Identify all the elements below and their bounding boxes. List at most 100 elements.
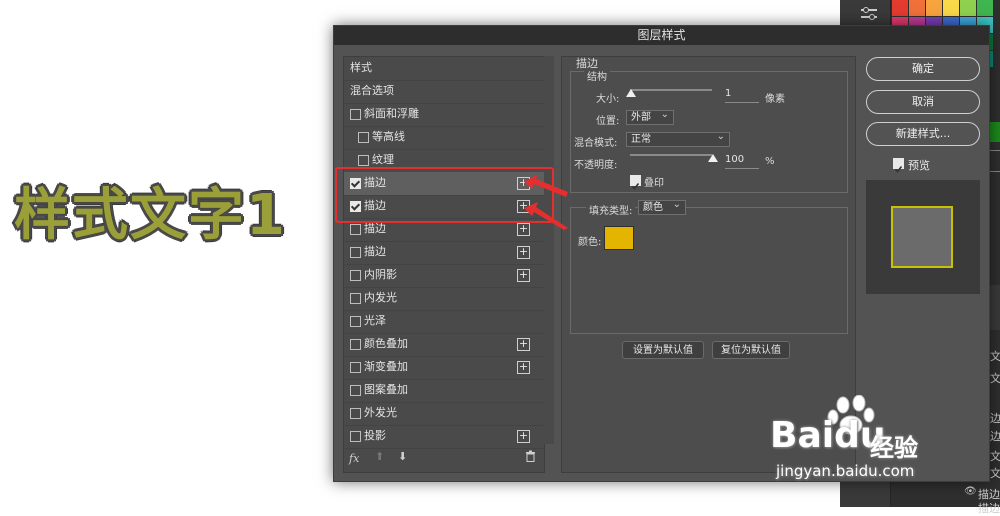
add-style-icon[interactable]: + (517, 338, 530, 351)
position-select[interactable]: 外部 (626, 108, 674, 125)
style-checkbox[interactable] (350, 247, 361, 258)
position-value: 外部 (631, 112, 651, 123)
style-row[interactable]: 混合选项 (344, 80, 544, 104)
style-checkbox[interactable] (350, 431, 361, 442)
size-slider-track[interactable] (630, 89, 712, 91)
ps-layer-label: 文 (990, 372, 1000, 385)
style-row[interactable]: 图案叠加 (344, 379, 544, 403)
style-checkbox[interactable] (358, 132, 369, 143)
style-row[interactable]: 颜色叠加 + (344, 333, 544, 357)
color-swatch[interactable] (892, 0, 908, 16)
style-checkbox[interactable] (350, 224, 361, 235)
style-checkbox[interactable] (350, 339, 361, 350)
set-default-button[interactable]: 设置为默认值 (622, 341, 704, 359)
style-checkbox[interactable] (350, 293, 361, 304)
ps-layer-label: 边 (990, 430, 1000, 443)
ok-button[interactable]: 确定 (866, 57, 980, 81)
add-style-icon[interactable]: + (517, 430, 530, 443)
style-label: 描边 (364, 245, 386, 258)
red-arrow-icon (524, 174, 568, 230)
style-row[interactable]: 渐变叠加 + (344, 356, 544, 380)
watermark-baidu: Baidu (770, 415, 885, 456)
style-checkbox[interactable] (350, 270, 361, 281)
color-swatch[interactable] (926, 0, 942, 16)
style-checkbox[interactable] (350, 385, 361, 396)
style-row[interactable]: 外发光 (344, 402, 544, 426)
arrow-up-icon[interactable]: ⬆ (375, 450, 384, 463)
dialog-title: 图层样式 (334, 26, 989, 45)
blend-mode-value: 正常 (631, 134, 651, 145)
fill-type-label: 填充类型: (586, 202, 636, 217)
fill-type-value: 颜色 (643, 202, 663, 213)
style-label: 混合选项 (350, 84, 394, 97)
blend-mode-label: 混合模式: (574, 138, 618, 149)
style-row[interactable]: 描边 + (344, 241, 544, 265)
size-unit: 像素 (765, 94, 785, 105)
reset-default-button[interactable]: 复位为默认值 (712, 341, 790, 359)
cancel-button[interactable]: 取消 (866, 90, 980, 114)
opacity-slider-thumb[interactable] (708, 154, 718, 162)
style-row[interactable]: 投影 + (344, 425, 544, 449)
eye-icon[interactable]: 👁 (964, 486, 977, 497)
style-label: 外发光 (364, 406, 397, 419)
color-swatch[interactable] (943, 0, 959, 16)
style-checkbox[interactable] (350, 109, 361, 120)
style-label: 光泽 (364, 314, 386, 327)
color-swatch[interactable] (960, 0, 976, 16)
opacity-slider-track[interactable] (630, 154, 712, 156)
style-checkbox[interactable] (350, 316, 361, 327)
add-style-icon[interactable]: + (517, 361, 530, 374)
fill-type-select[interactable]: 颜色 (638, 198, 686, 215)
style-label: 样式 (350, 61, 372, 74)
style-row[interactable]: 光泽 (344, 310, 544, 334)
style-row[interactable]: 斜面和浮雕 (344, 103, 544, 127)
style-row[interactable]: 样式 (344, 57, 544, 81)
ps-panel-color-chip (990, 122, 1000, 142)
style-label: 渐变叠加 (364, 360, 408, 373)
ps-layer-effect-label: 描边 (978, 502, 1000, 515)
fx-button[interactable]: fx (349, 452, 359, 465)
trash-icon[interactable] (525, 450, 536, 465)
size-slider-thumb[interactable] (626, 89, 636, 97)
stroke-settings-panel: 描边 结构 大小: 1 像素 位置: 外部 混合模式: 正常 不透明度: 100… (561, 56, 856, 473)
style-label: 内发光 (364, 291, 397, 304)
watermark-brand: Bai (770, 415, 835, 456)
style-checkbox[interactable] (358, 155, 369, 166)
style-list-scrollbar[interactable] (544, 56, 554, 444)
style-checkbox[interactable] (350, 362, 361, 373)
new-style-button[interactable]: 新建样式... (866, 122, 980, 146)
style-label: 等高线 (372, 130, 405, 143)
style-checkbox[interactable] (350, 408, 361, 419)
arrow-down-icon[interactable]: ⬇ (398, 450, 407, 463)
style-label: 图案叠加 (364, 383, 408, 396)
size-input[interactable]: 1 (725, 88, 759, 103)
size-value: 1 (725, 88, 732, 99)
style-list: 样式 混合选项 斜面和浮雕 等高线 纹理 描边 + 描边 + 描边 + 描边 + 内阴影 + 内发光 光泽 颜色叠… (343, 56, 545, 473)
style-label: 投影 (364, 429, 386, 442)
position-label: 位置: (596, 116, 620, 127)
style-row[interactable]: 内阴影 + (344, 264, 544, 288)
ps-layer-label: 文 (990, 467, 1000, 480)
size-label: 大小: (596, 94, 620, 105)
canvas-sample-text: 样式文字1 (14, 183, 287, 248)
opacity-input[interactable]: 100 (725, 154, 759, 169)
overprint-checkbox[interactable] (630, 175, 641, 190)
style-list-footer: fx ⬆ ⬇ (343, 450, 543, 470)
stroke-color-swatch[interactable] (604, 226, 634, 250)
add-style-icon[interactable]: + (517, 269, 530, 282)
ps-layer-label: 文 (990, 450, 1000, 463)
adjust-sliders-icon[interactable] (860, 6, 878, 26)
style-row[interactable]: 内发光 (344, 287, 544, 311)
watermark-jingyan: 经验 (870, 434, 918, 462)
color-swatch[interactable] (977, 0, 993, 16)
style-row[interactable]: 等高线 (344, 126, 544, 150)
preview-shape (891, 206, 953, 268)
style-label: 内阴影 (364, 268, 397, 281)
style-label: 斜面和浮雕 (364, 107, 419, 120)
opacity-label: 不透明度: (574, 160, 618, 171)
ps-layer-label: 文 (990, 350, 1000, 363)
color-swatch[interactable] (909, 0, 925, 16)
blend-mode-select[interactable]: 正常 (626, 130, 730, 147)
add-style-icon[interactable]: + (517, 246, 530, 259)
preview-checkbox[interactable] (893, 158, 904, 173)
